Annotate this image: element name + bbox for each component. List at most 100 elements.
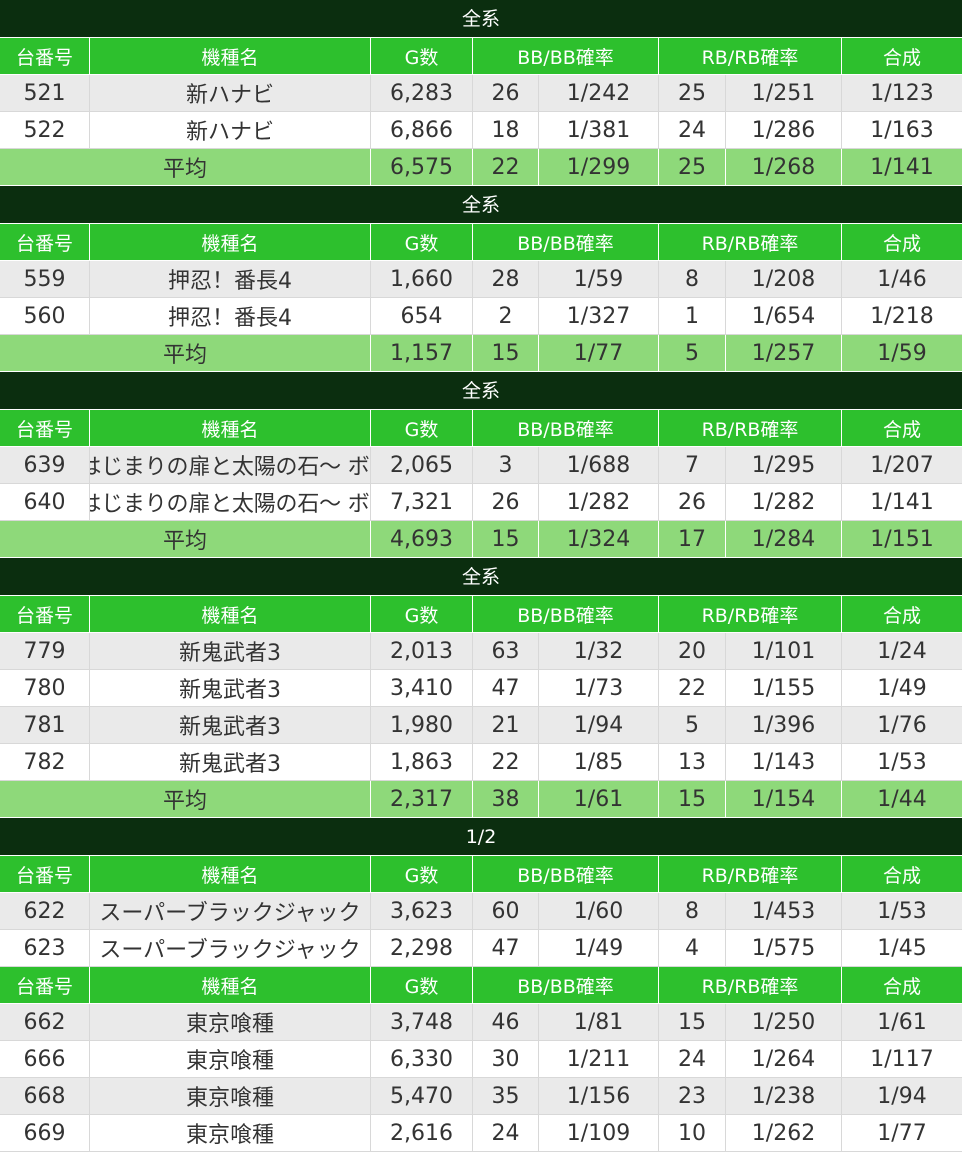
table-row: 522 新ハナビ 6,866 18 1/381 24 1/286 1/163: [0, 112, 962, 149]
bb-count: 26: [473, 75, 539, 111]
header-row: 台番号 機種名 G数 BB/BB確率 RB/RB確率 合成: [0, 856, 962, 893]
rb-count: 13: [659, 744, 726, 780]
total-probability: 1/61: [877, 1009, 927, 1035]
machine-no: 521: [0, 75, 90, 111]
average-label: 平均: [0, 781, 371, 817]
table-row: 639クレアの秘宝伝 ～はじまりの扉と太陽の石～ ボーナストリガーver.2,0…: [0, 447, 962, 484]
average-label: 平均: [0, 521, 371, 557]
bb-probability: 1/94: [539, 707, 659, 743]
rb-probability: 1/251: [726, 75, 842, 111]
total-probability: 1/53: [877, 749, 927, 775]
avg-games: 4,693: [371, 521, 473, 557]
header-games: G数: [371, 224, 473, 260]
avg-bb-count: 38: [473, 781, 539, 817]
header-row: 台番号 機種名 G数 BB/BB確率 RB/RB確率 合成: [0, 224, 962, 261]
header-machine-name: 機種名: [90, 38, 371, 74]
section-title: 全系: [0, 0, 962, 38]
table-row: 640クレアの秘宝伝 ～はじまりの扉と太陽の石～ ボーナストリガーver.7,3…: [0, 484, 962, 521]
header-games: G数: [371, 410, 473, 446]
header-row: 台番号 機種名 G数 BB/BB確率 RB/RB確率 合成: [0, 410, 962, 447]
machine-no: 640: [0, 484, 90, 520]
machine-no: 666: [0, 1041, 90, 1077]
table-section: 全系 台番号 機種名 G数 BB/BB確率 RB/RB確率 合成 521 新ハナビ 6,283 26…: [0, 0, 962, 186]
rb-count: 24: [659, 1041, 726, 1077]
header-bb: BB/BB確率: [473, 967, 659, 1003]
header-bb: BB/BB確率: [473, 856, 659, 892]
table-section: 全系 台番号 機種名 G数 BB/BB確率 RB/RB確率 合成 779 新鬼武者3 2,013 6…: [0, 558, 962, 818]
rb-probability: 1/155: [726, 670, 842, 706]
bb-probability: 1/381: [539, 112, 659, 148]
games-count: 6,330: [371, 1041, 473, 1077]
total-probability: 1/141: [870, 489, 934, 515]
rb-count: 15: [659, 1004, 726, 1040]
header-games: G数: [371, 38, 473, 74]
avg-rb-count: 25: [659, 149, 726, 185]
table-section: 全系台番号機種名G数BB/BB確率RB/RB確率 合成 639クレアの秘宝伝 ～はじ…: [0, 372, 962, 558]
header-machine-name: 機種名: [90, 410, 371, 446]
avg-bb-probability: 1/77: [539, 335, 659, 371]
games-count: 7,321: [371, 484, 473, 520]
total-probability: 1/77: [877, 1120, 927, 1146]
header-row: 台番号 機種名 G数 BB/BB確率 RB/RB確率 合成: [0, 967, 962, 1004]
rb-probability: 1/208: [726, 261, 842, 297]
machine-name: クレアの秘宝伝 ～はじまりの扉と太陽の石～ ボーナストリガーver.: [90, 447, 371, 483]
machine-no: 639: [0, 447, 90, 483]
avg-total-probability: 1/44: [877, 786, 927, 812]
average-row: 平均 4,693 15 1/324 17 1/284 1/151: [0, 521, 962, 558]
header-rb: RB/RB確率: [659, 410, 842, 446]
rb-count: 22: [659, 670, 726, 706]
average-label: 平均: [0, 335, 371, 371]
avg-rb-probability: 1/257: [726, 335, 842, 371]
bb-count: 18: [473, 112, 539, 148]
rb-probability: 1/295: [726, 447, 842, 483]
rb-count: 8: [659, 261, 726, 297]
header-rb: RB/RB確率: [659, 967, 842, 1003]
table-row: 779 新鬼武者3 2,013 63 1/32 20 1/101 1/24: [0, 633, 962, 670]
bb-count: 63: [473, 633, 539, 669]
machine-name: スーパーブラックジャック: [90, 893, 371, 929]
average-row: 平均 2,317 38 1/61 15 1/154 1/44: [0, 781, 962, 818]
machine-name: 新ハナビ: [90, 75, 371, 111]
games-count: 6,866: [371, 112, 473, 148]
table-row: 781 新鬼武者3 1,980 21 1/94 5 1/396 1/76: [0, 707, 962, 744]
bb-probability: 1/109: [539, 1115, 659, 1151]
header-machine-no: 台番号: [0, 224, 90, 260]
rb-count: 23: [659, 1078, 726, 1114]
header-machine-no: 台番号: [0, 856, 90, 892]
bb-count: 26: [473, 484, 539, 520]
table-row: 662 東京喰種 3,748 46 1/81 15 1/250 1/61: [0, 1004, 962, 1041]
table-row: 560 押忍！番長4 654 2 1/327 1 1/654 1/218: [0, 298, 962, 335]
bb-count: 60: [473, 893, 539, 929]
header-machine-name: 機種名: [90, 596, 371, 632]
header-rb: RB/RB確率: [659, 596, 842, 632]
rb-count: 10: [659, 1115, 726, 1151]
avg-bb-probability: 1/324: [539, 521, 659, 557]
bb-count: 21: [473, 707, 539, 743]
bb-probability: 1/211: [539, 1041, 659, 1077]
games-count: 3,623: [371, 893, 473, 929]
total-probability: 1/45: [877, 935, 927, 961]
table-row: 559 押忍！番長4 1,660 28 1/59 8 1/208 1/46: [0, 261, 962, 298]
games-count: 2,013: [371, 633, 473, 669]
header-total: 合成: [882, 604, 921, 627]
bb-count: 35: [473, 1078, 539, 1114]
bb-count: 2: [473, 298, 539, 334]
machine-no: 559: [0, 261, 90, 297]
bb-probability: 1/81: [539, 1004, 659, 1040]
table-section: 1/2 台番号 機種名 G数 BB/BB確率 RB/RB確率 合成 622 スーパーブラックジャ…: [0, 818, 962, 967]
machine-no: 668: [0, 1078, 90, 1114]
avg-bb-count: 15: [473, 335, 539, 371]
header-rb: RB/RB確率: [659, 38, 842, 74]
avg-bb-probability: 1/299: [539, 149, 659, 185]
machine-name: 東京喰種: [90, 1004, 371, 1040]
games-count: 1,980: [371, 707, 473, 743]
avg-rb-count: 15: [659, 781, 726, 817]
table-row: 623 スーパーブラックジャック 2,298 47 1/49 4 1/575 1/45: [0, 930, 962, 967]
total-probability: 1/207: [870, 452, 934, 478]
games-count: 2,298: [371, 930, 473, 966]
rb-count: 1: [659, 298, 726, 334]
avg-games: 1,157: [371, 335, 473, 371]
section-title: 全系: [0, 186, 962, 224]
header-machine-name: 機種名: [90, 967, 371, 1003]
bb-count: 46: [473, 1004, 539, 1040]
